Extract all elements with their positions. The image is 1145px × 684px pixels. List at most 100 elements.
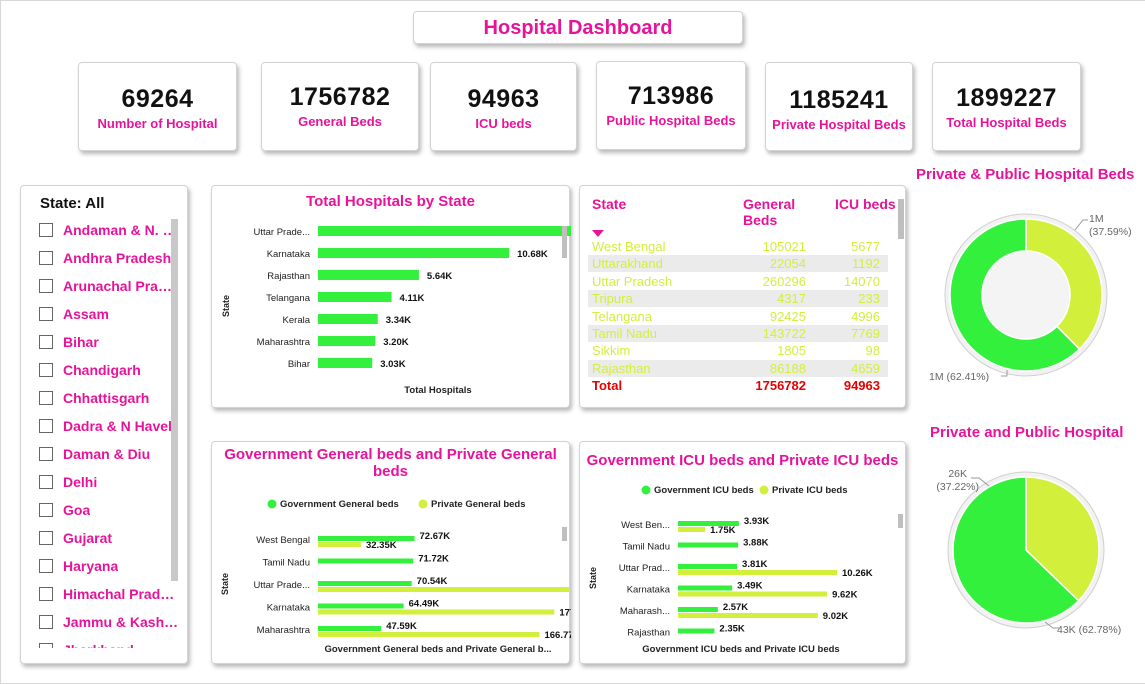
slicer-item-label: Chhattisgarh	[63, 390, 150, 406]
bar	[678, 585, 733, 591]
slicer-item[interactable]: Goa	[39, 496, 179, 524]
kpi-number-of-hospital[interactable]: 69264 Number of Hospital	[78, 62, 237, 151]
slicer-item[interactable]: Dadra & N Haveli	[39, 412, 179, 440]
bar	[678, 591, 828, 597]
slicer-item[interactable]: Andhra Pradesh	[39, 244, 179, 272]
y-axis-title: State	[220, 573, 230, 595]
checkbox[interactable]	[39, 335, 53, 349]
checkbox[interactable]	[39, 531, 53, 545]
checkbox[interactable]	[39, 279, 53, 293]
table-row[interactable]: Uttar Pradesh 260296 14070	[588, 273, 888, 290]
table-row[interactable]: Telangana 92425 4996	[588, 308, 888, 325]
table-cell-state: Uttar Pradesh	[592, 273, 673, 289]
table-row[interactable]: West Bengal 105021 5677	[588, 238, 888, 255]
slicer-item-label: Jharkhand	[63, 642, 134, 648]
y-tick-label: West Ben...	[621, 520, 670, 531]
slicer-scrollbar[interactable]	[171, 219, 178, 581]
slicer-item-label: Himachal Pradesh	[63, 586, 179, 602]
table-cell-state: Tripura	[592, 291, 633, 307]
hospital-beds-donut-chart: 1M(37.59%) 1M (62.41%)	[929, 213, 1132, 383]
y-axis-title: State	[221, 295, 231, 317]
y-tick-label: Karnataka	[627, 585, 671, 596]
checkbox[interactable]	[39, 251, 53, 265]
data-label: 9.02K	[823, 611, 848, 622]
kpi-icu-beds[interactable]: 94963 ICU beds	[430, 62, 577, 151]
table-cell-general-beds: 105021	[762, 239, 806, 254]
y-tick-label: Maharashtra	[257, 625, 311, 636]
kpi-label: Private Hospital Beds	[772, 117, 906, 132]
checkbox[interactable]	[39, 363, 53, 377]
slicer-item[interactable]: Chhattisgarh	[39, 384, 179, 412]
table-header-state[interactable]: State	[592, 196, 626, 212]
table-header-general-beds[interactable]: General Beds	[743, 196, 803, 228]
slicer-item[interactable]: Himachal Pradesh	[39, 580, 179, 608]
legend-label: Private ICU beds	[772, 485, 848, 496]
y-tick-label: Maharash...	[620, 606, 670, 617]
table-cell-state: Tamil Nadu	[592, 326, 658, 341]
general-beds-chart: Government General beds Private General b…	[220, 499, 571, 655]
data-label: 3.81K	[742, 559, 767, 570]
checkbox[interactable]	[39, 559, 53, 573]
slicer-item[interactable]: Andaman & N. Isl...	[39, 216, 179, 244]
table-header-icu-beds[interactable]: ICU beds	[835, 196, 896, 212]
kpi-value: 94963	[467, 85, 540, 113]
table-row[interactable]: Uttarakhand 22054 1192	[588, 255, 888, 273]
slicer-item[interactable]: Assam	[39, 300, 179, 328]
chart-scrollbar	[562, 226, 567, 258]
state-beds-table: State General Beds ICU beds West Bengal 1…	[579, 185, 906, 408]
table-scrollbar[interactable]	[898, 199, 904, 239]
slicer-item[interactable]: Haryana	[39, 552, 179, 580]
table-row[interactable]: Tripura 4317 233	[588, 290, 888, 308]
slicer-item[interactable]: Daman & Diu	[39, 440, 179, 468]
checkbox[interactable]	[39, 419, 53, 433]
y-tick-label: Bihar	[288, 359, 310, 370]
data-label: 177.96K	[559, 608, 571, 619]
slicer-item[interactable]: Bihar	[39, 328, 179, 356]
checkbox[interactable]	[39, 447, 53, 461]
slicer-item[interactable]: Jammu & Kashm...	[39, 608, 179, 636]
table-row[interactable]: Tamil Nadu 143722 7769	[588, 325, 888, 342]
slicer-item[interactable]: Delhi	[39, 468, 179, 496]
data-label: 10.26K	[842, 568, 873, 579]
table-cell-state: Sikkim	[592, 343, 631, 359]
chart-scrollbar	[898, 514, 903, 528]
slicer-item[interactable]: Chandigarh	[39, 356, 179, 384]
checkbox[interactable]	[39, 223, 53, 237]
y-tick-label: Telangana	[266, 293, 311, 304]
hospitals-pie-chart: 26K(37.22%) 43K (62.78%)	[936, 468, 1121, 636]
kpi-general-beds[interactable]: 1756782 General Beds	[261, 62, 419, 151]
kpi-value: 1756782	[289, 83, 391, 111]
checkbox[interactable]	[39, 475, 53, 489]
checkbox[interactable]	[39, 587, 53, 601]
checkbox[interactable]	[39, 503, 53, 517]
kpi-public-hospital-beds[interactable]: 713986 Public Hospital Beds	[596, 61, 746, 150]
table-cell-general-beds: 260296	[762, 273, 806, 289]
slice-label-value: 26K	[948, 468, 967, 480]
y-axis-title: State	[588, 567, 598, 589]
slicer-item[interactable]: Gujarat	[39, 524, 179, 552]
data-label: 4.11K	[400, 293, 425, 304]
table-cell-icu-beds: 98	[865, 343, 880, 359]
bar	[318, 609, 555, 615]
checkbox[interactable]	[39, 615, 53, 629]
data-label: 47.59K	[386, 621, 417, 632]
table-row[interactable]: Rajasthan 86188 4659	[588, 359, 888, 377]
checkbox[interactable]	[39, 307, 53, 321]
x-axis-title: Total Hospitals	[404, 385, 471, 396]
slicer-item-label: Gujarat	[63, 530, 113, 546]
data-label: 3.88K	[743, 538, 768, 549]
icu-beds-chart: Government ICU beds Private ICU beds West …	[588, 485, 903, 655]
table-cell-general-beds: 22054	[769, 256, 806, 272]
slicer-item[interactable]: Jharkhand	[39, 636, 179, 648]
checkbox[interactable]	[39, 391, 53, 405]
table-row[interactable]: Sikkim 1805 98	[588, 342, 888, 359]
y-tick-label: Uttar Prade...	[254, 227, 311, 238]
kpi-private-hospital-beds[interactable]: 1185241 Private Hospital Beds	[765, 62, 913, 151]
kpi-total-hospital-beds[interactable]: 1899227 Total Hospital Beds	[932, 62, 1081, 151]
data-label: 3.03K	[380, 359, 405, 370]
kpi-label: Public Hospital Beds	[606, 113, 736, 128]
slicer-item[interactable]: Arunachal Prade...	[39, 272, 179, 300]
sort-descending-icon[interactable]	[592, 230, 604, 238]
checkbox[interactable]	[39, 643, 53, 648]
table-cell-general-beds: 86188	[769, 360, 806, 376]
